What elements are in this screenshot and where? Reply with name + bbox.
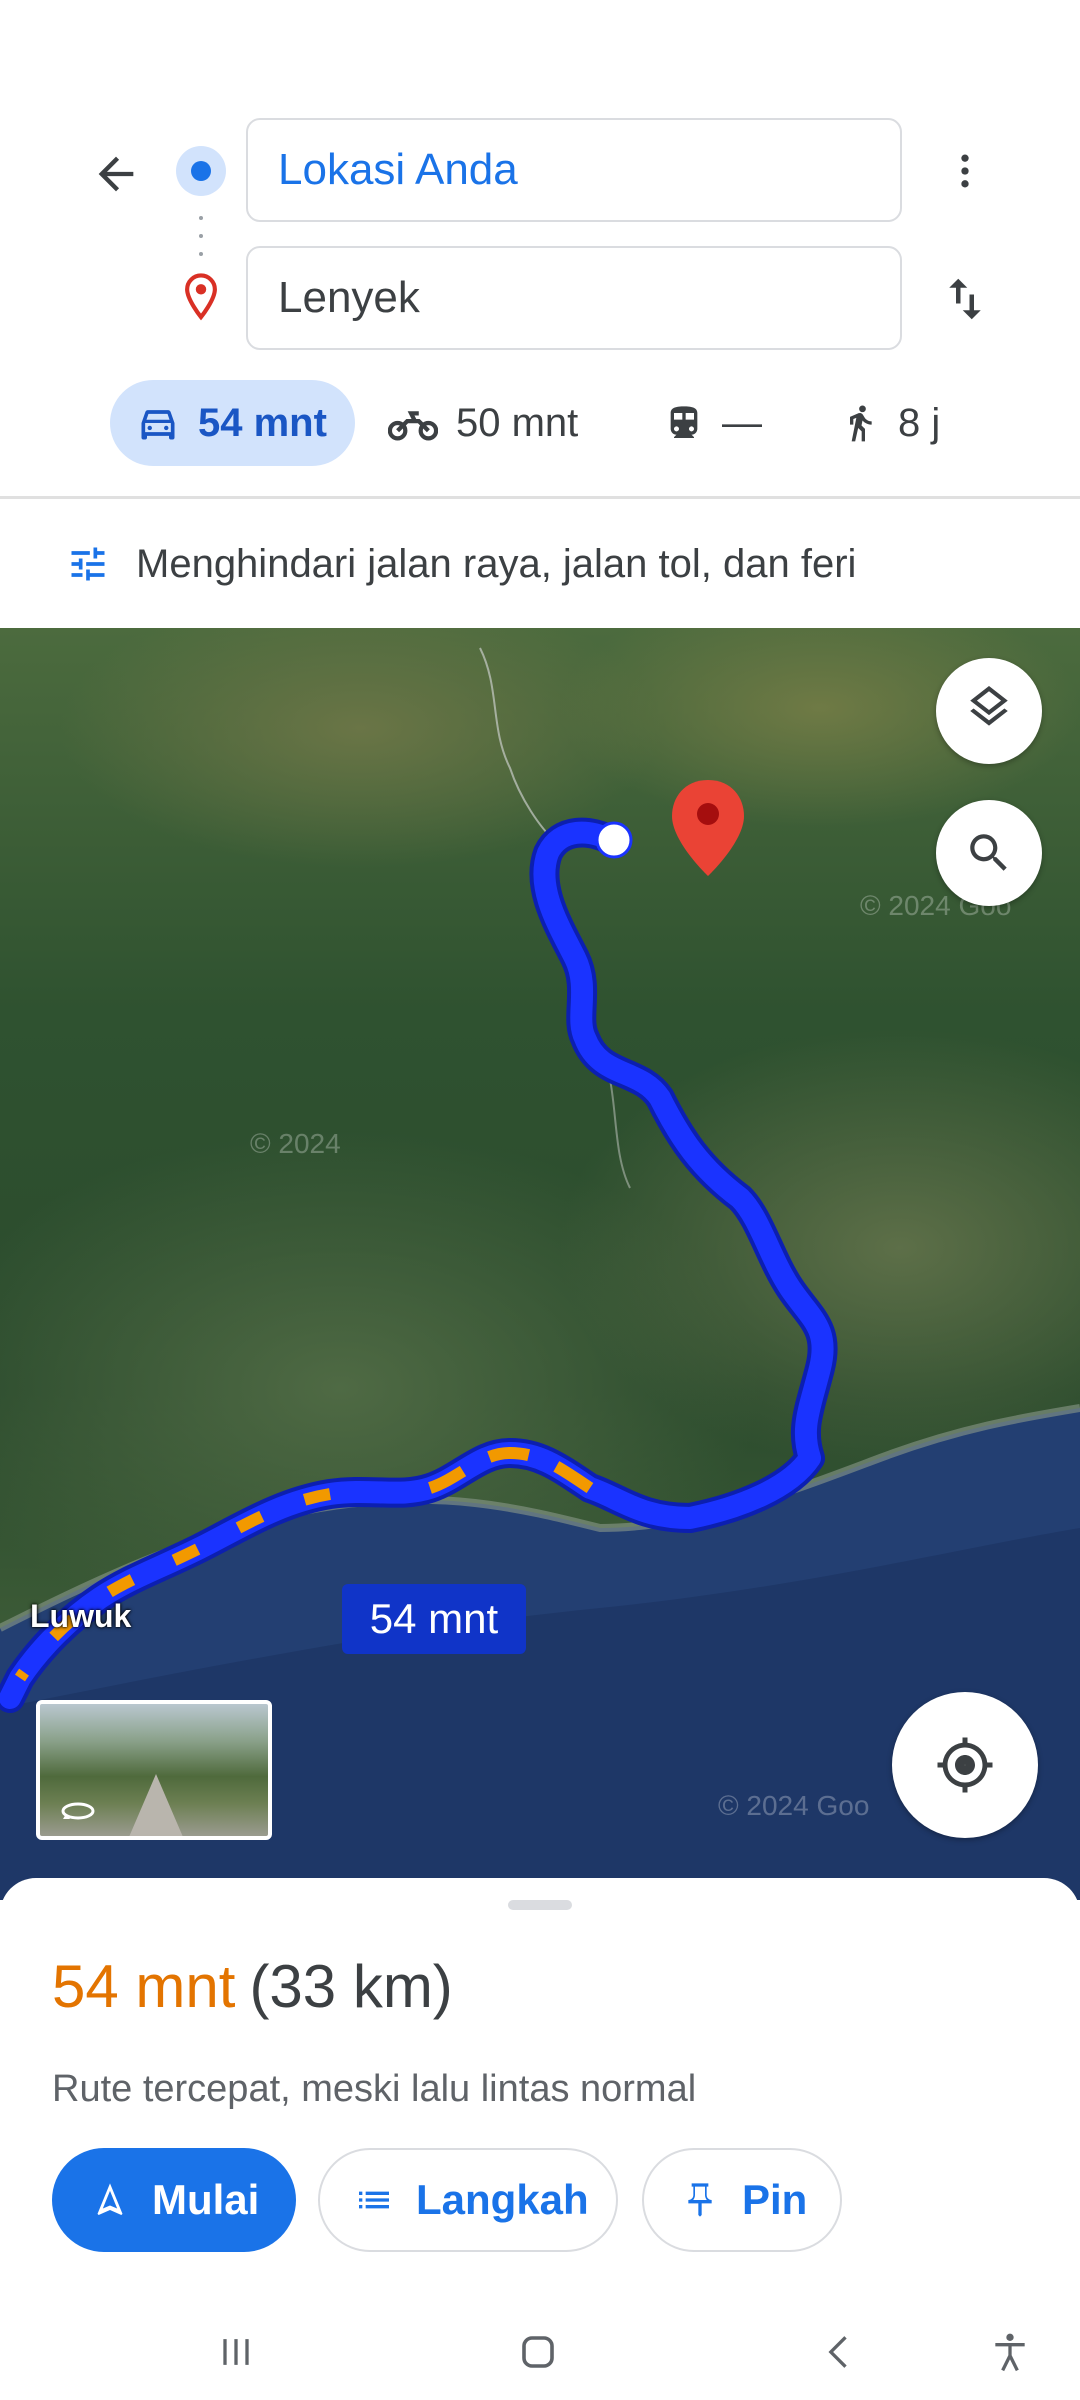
origin-field[interactable]: Lokasi Anda <box>246 118 902 222</box>
mode-tab-transit[interactable]: — <box>664 380 762 466</box>
more-vert-icon <box>961 154 969 188</box>
start-button-label: Mulai <box>152 2176 260 2223</box>
route-options-label: Menghindari jalan raya, jalan tol, dan f… <box>136 541 857 586</box>
accessibility-icon <box>995 2333 1025 2372</box>
more-options-button[interactable] <box>930 136 1000 206</box>
my-location-button[interactable] <box>892 1692 1038 1838</box>
recent-apps-icon <box>223 2339 249 2365</box>
recent-apps-button[interactable] <box>196 2312 276 2392</box>
list-icon <box>354 2180 394 2220</box>
layers-icon <box>970 686 1008 726</box>
chevron-left-icon <box>828 2336 847 2368</box>
walk-icon <box>840 401 880 445</box>
mode-tab-motorcycle[interactable]: 50 mnt <box>388 380 578 466</box>
map-place-label: Luwuk <box>30 1598 132 1634</box>
map-watermark: © 2024 <box>250 1128 341 1159</box>
travel-mode-tabs: 54 mnt 50 mnt — 8 j <box>0 380 1080 470</box>
swap-vert-icon <box>949 278 981 320</box>
back-nav-button[interactable] <box>800 2312 880 2392</box>
map-view[interactable]: © 2024 © 2024 Goo © 2024 Goo 54 mnt Luwu… <box>0 628 1080 1900</box>
origin-dot-icon <box>176 146 226 196</box>
car-icon <box>136 401 180 445</box>
destination-field[interactable]: Lenyek <box>246 246 902 350</box>
my-location-icon <box>937 1737 993 1793</box>
back-arrow-icon <box>98 156 134 192</box>
route-duration-label: 54 mnt <box>342 1584 526 1654</box>
route-duration: 54 mnt <box>52 1953 236 2020</box>
mode-tab-transit-label: — <box>722 400 762 445</box>
steps-button-label: Langkah <box>416 2176 589 2223</box>
motorcycle-icon <box>388 401 438 445</box>
navigation-arrow-icon <box>90 2180 130 2220</box>
map-watermark: © 2024 Goo <box>718 1790 870 1821</box>
route-distance: (33 km) <box>249 1953 453 2020</box>
layers-button[interactable] <box>936 658 1042 764</box>
tune-icon <box>66 542 110 586</box>
pin-button-label: Pin <box>742 2176 808 2223</box>
directions-panel: Lokasi Anda Lenyek 54 mnt 50 mnt — 8 j M… <box>0 0 1080 628</box>
swap-button[interactable] <box>928 262 1002 336</box>
home-button[interactable] <box>498 2312 578 2392</box>
destination-pin-icon <box>185 273 217 321</box>
panel-divider <box>0 496 1080 499</box>
sheet-drag-handle[interactable] <box>508 1900 572 1910</box>
back-button[interactable] <box>80 138 152 210</box>
system-navigation-bar <box>0 2302 1080 2400</box>
train-icon <box>664 401 704 445</box>
street-view-thumbnail[interactable] <box>36 1700 272 1840</box>
route-description: Rute tercepat, meski lalu lintas normal <box>52 2068 697 2110</box>
start-button[interactable]: Mulai <box>52 2148 296 2252</box>
route-connector-dots <box>199 216 203 256</box>
map-search-button[interactable] <box>936 800 1042 906</box>
mode-tab-motorcycle-label: 50 mnt <box>456 400 579 445</box>
street-view-rotate-icon <box>61 1802 95 1820</box>
route-bottom-sheet: 54 mnt (33 km) Rute tercepat, meski lalu… <box>0 1878 1080 2302</box>
accessibility-button[interactable] <box>970 2312 1050 2392</box>
route-options-row[interactable]: Menghindari jalan raya, jalan tol, dan f… <box>0 500 1080 628</box>
search-icon <box>970 834 1007 871</box>
mode-tab-walk-label: 8 j <box>898 400 941 445</box>
steps-button[interactable]: Langkah <box>318 2148 618 2252</box>
mode-tab-walk[interactable]: 8 j <box>840 380 940 466</box>
pin-button[interactable]: Pin <box>642 2148 842 2252</box>
mode-tab-car[interactable]: 54 mnt <box>110 380 355 466</box>
pushpin-icon <box>680 2180 720 2220</box>
route-summary: 54 mnt (33 km) <box>52 1952 453 2021</box>
home-icon <box>522 2336 554 2368</box>
mode-tab-car-label: 54 mnt <box>198 400 327 445</box>
